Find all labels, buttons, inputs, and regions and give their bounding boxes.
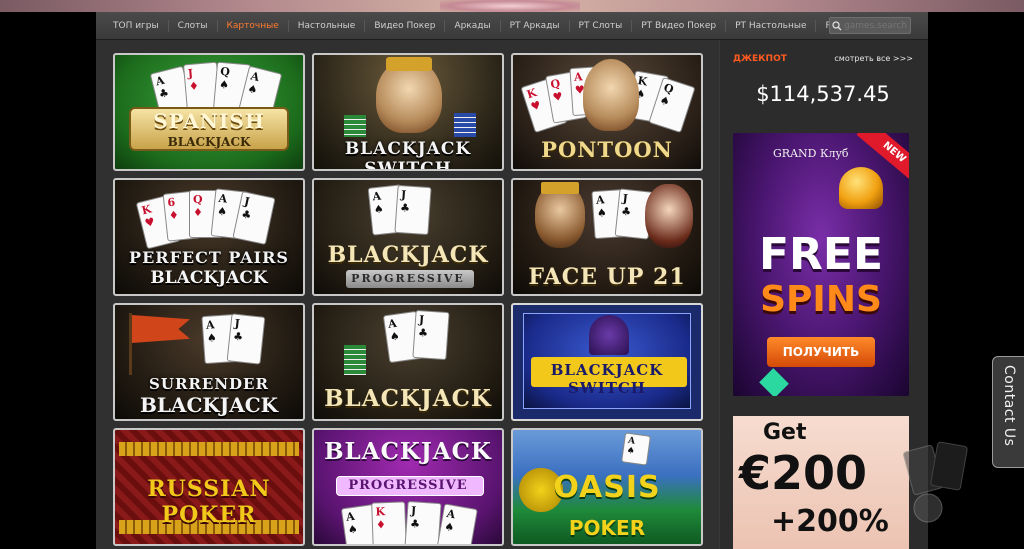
nav-item-card-games[interactable]: Карточные xyxy=(218,12,288,40)
nav-item-slots[interactable]: Слоты xyxy=(169,12,217,40)
promo-line1: FREE xyxy=(758,229,884,280)
contact-us-label: Contact Us xyxy=(1001,365,1017,447)
game-tile-blackjack-progressive-2[interactable]: BLACKJACK PROGRESSIVE A ♠ K ♦ J ♣ A ♠ xyxy=(312,428,504,546)
game-title: PERFECT PAIRS xyxy=(129,248,289,267)
promo-banner-bonus[interactable]: Get €200 +200% xyxy=(733,416,909,549)
top-decorative-strip xyxy=(0,0,1024,12)
game-subtitle: BLACKJACK xyxy=(167,135,251,149)
nav-item-video-poker[interactable]: Видео Покер xyxy=(365,12,444,40)
game-subtitle: BLACKJACK xyxy=(150,268,268,288)
nav-item-rt-arcade[interactable]: РТ Аркады xyxy=(501,12,569,40)
promo2-line1: Get xyxy=(763,420,807,445)
decorative-cards-image xyxy=(898,438,978,528)
game-title: SURRENDER xyxy=(149,375,269,393)
jackpot-value: $114,537.45 xyxy=(756,82,890,106)
promo2-line2: €200 xyxy=(739,446,868,500)
game-tile-spanish-blackjack[interactable]: A ♣ J ♦ Q ♠ A ♠ SPANISH BLACKJACK xyxy=(113,53,305,171)
game-tile-blackjack-switch[interactable]: BLACKJACK SWITCH xyxy=(312,53,504,171)
game-title: BLACKJACK xyxy=(327,242,489,268)
promo-brand: GRAND Клуб xyxy=(773,147,849,160)
nav-item-rt-video-poker[interactable]: РТ Видео Покер xyxy=(632,12,725,40)
game-title: RUSSIAN POKER xyxy=(147,476,271,528)
promo-get-button[interactable]: ПОЛУЧИТЬ xyxy=(767,337,875,367)
game-tile-perfect-pairs-blackjack[interactable]: K ♥ 6 ♦ Q ♦ A ♠ J ♣ PERFECT PAIRS BLACKJACK xyxy=(113,178,305,296)
game-title: FACE UP 21 xyxy=(528,264,686,290)
jackpot-header: ДЖЕКПОТ смотреть все >>> xyxy=(733,54,913,68)
nav-item-rt-slots[interactable]: РТ Слоты xyxy=(570,12,632,40)
game-title: PONTOON xyxy=(541,137,673,162)
game-tile-face-up-21[interactable]: A ♠ J ♣ FACE UP 21 xyxy=(511,178,703,296)
game-tile-surrender-blackjack[interactable]: A ♠ J ♣ SURRENDER BLACKJACK xyxy=(113,303,305,421)
game-title: BLACKJACK xyxy=(324,385,492,412)
search-input[interactable] xyxy=(844,20,908,31)
gem-icon xyxy=(759,368,789,396)
search-icon[interactable] xyxy=(830,18,844,33)
game-title: BLACKJACK SWITCH xyxy=(550,361,664,397)
game-tile-blackjack-progressive[interactable]: A ♠ J ♣ BLACKJACK PROGRESSIVE xyxy=(312,178,504,296)
game-title: SPANISH xyxy=(153,109,265,133)
contact-us-tab[interactable]: Contact Us xyxy=(992,356,1024,468)
game-title: BLACKJACK xyxy=(324,438,492,465)
game-tile-russian-poker[interactable]: RUSSIAN POKER xyxy=(113,428,305,546)
game-subtitle: PROGRESSIVE xyxy=(348,478,468,493)
search-box xyxy=(829,17,911,34)
top-ornament xyxy=(440,0,580,12)
jackpot-view-all-link[interactable]: смотреть все >>> xyxy=(834,54,913,63)
game-subtitle: PROGRESSIVE xyxy=(351,272,465,285)
game-tile-pontoon[interactable]: K ♥ Q ♥ A ♥ K ♠ Q ♠ PONTOON xyxy=(511,53,703,171)
jackpot-label: ДЖЕКПОТ xyxy=(733,54,787,64)
game-subtitle: BLACKJACK xyxy=(139,393,279,417)
bell-icon xyxy=(839,167,883,209)
game-subtitle: POKER xyxy=(568,516,646,540)
promo-line2: SPINS xyxy=(760,279,882,320)
nav-item-arcade[interactable]: Аркады xyxy=(445,12,499,40)
game-title: OASIS xyxy=(553,470,661,505)
promo-banner-free-spins[interactable]: GRAND Клуб NEW FREE SPINS ПОЛУЧИТЬ xyxy=(733,133,909,396)
nav-item-rt-table[interactable]: РТ Настольные xyxy=(726,12,815,40)
category-nav: ТОП игры Слоты Карточные Настольные Виде… xyxy=(96,12,928,40)
game-title: BLACKJACK SWITCH xyxy=(344,139,472,171)
game-tile-oasis-poker[interactable]: A ♠ OASIS POKER xyxy=(511,428,703,546)
nav-item-top-games[interactable]: ТОП игры xyxy=(104,12,168,40)
promo2-line3: +200% xyxy=(771,504,889,539)
nav-item-table-games[interactable]: Настольные xyxy=(289,12,365,40)
game-tile-blackjack-switch-2[interactable]: BLACKJACK SWITCH xyxy=(511,303,703,421)
game-tile-blackjack[interactable]: A ♠ J ♣ BLACKJACK xyxy=(312,303,504,421)
